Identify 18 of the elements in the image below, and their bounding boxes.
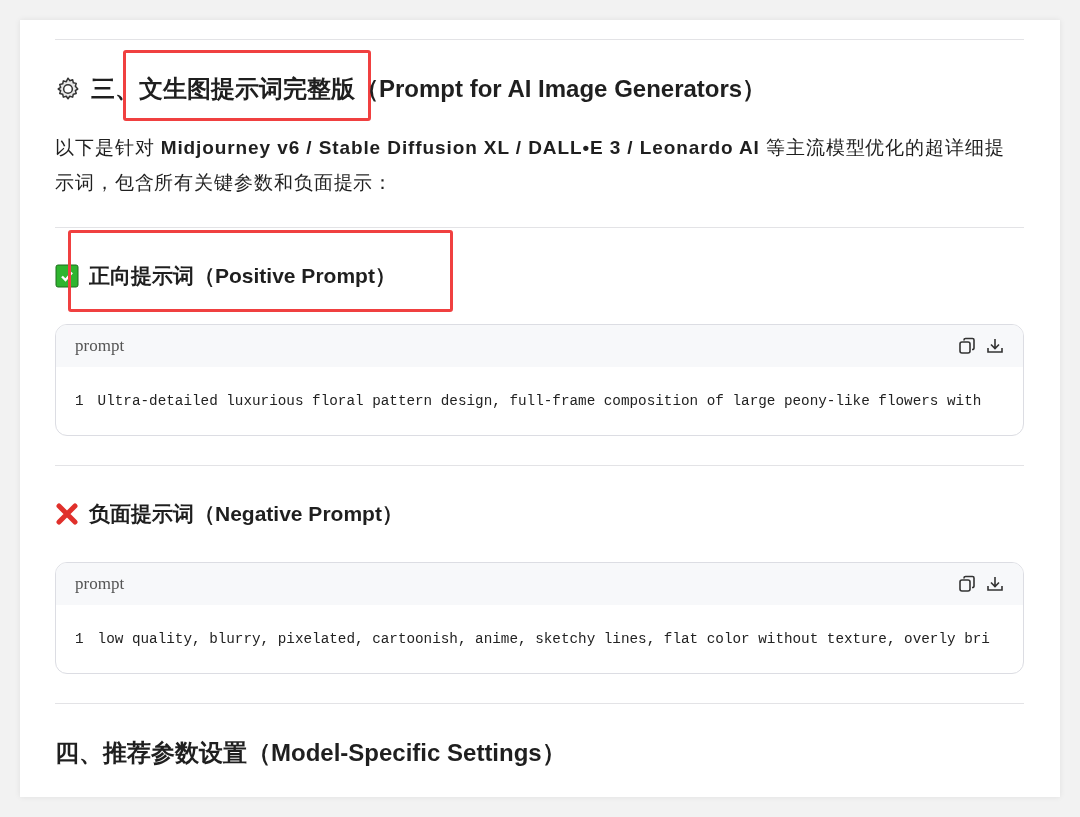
subsection-heading: 正向提示词（Positive Prompt） bbox=[89, 264, 396, 287]
section-heading: 四、推荐参数设置（Model-Specific Settings） bbox=[55, 738, 566, 766]
cross-icon bbox=[55, 502, 79, 526]
line-number: 1 bbox=[75, 631, 84, 647]
intro-paragraph: 以下是针对 Midjourney v6 / Stable Diffusion XL / DALL•E 3 / Leonardo AI 等主流模型优化的超详细提示词，包含所有关键参数和负面提示： bbox=[55, 136, 1006, 195]
code-line: low quality, blurry, pixelated, cartoonish, anime, sketchy lines, flat color without texture, overly bri bbox=[97, 631, 990, 647]
code-line: Ultra-detailed luxurious floral pattern design, full-frame composition of large peony-like flowers with bbox=[97, 393, 982, 409]
download-icon[interactable] bbox=[985, 336, 1005, 356]
line-number: 1 bbox=[75, 393, 84, 409]
section-heading: 文生图提示词完整版 bbox=[139, 74, 355, 102]
subsection-heading: 负面提示词（Negative Prompt） bbox=[89, 502, 403, 525]
gear-icon bbox=[55, 75, 81, 102]
copy-icon[interactable] bbox=[957, 336, 977, 356]
section-heading: 三、 bbox=[91, 74, 139, 102]
code-language-label: prompt bbox=[75, 574, 125, 594]
download-icon[interactable] bbox=[985, 574, 1005, 594]
copy-icon[interactable] bbox=[957, 574, 977, 594]
code-language-label: prompt bbox=[75, 336, 125, 356]
